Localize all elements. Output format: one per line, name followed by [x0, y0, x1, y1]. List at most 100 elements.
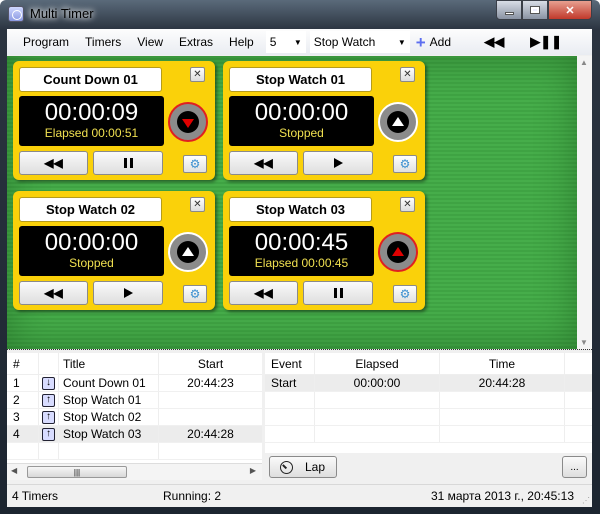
rewind-icon: ◀◀ — [484, 34, 505, 49]
timer-type-select[interactable]: Stop Watch ▼ — [309, 31, 410, 53]
reset-button[interactable]: ◀◀ — [19, 151, 88, 175]
event-list-header: Event Elapsed Time — [265, 353, 592, 375]
timer-card: Count Down 01 ✕ 00:00:09 Elapsed 00:00:5… — [13, 61, 215, 180]
empty-row — [7, 443, 262, 460]
scroll-down-icon[interactable]: ▼ — [580, 338, 588, 347]
pause-icon — [123, 158, 133, 168]
play-pause-all-button[interactable]: ▶❚❚ — [530, 34, 562, 50]
stopwatch-icon — [280, 460, 293, 474]
reset-button[interactable]: ◀◀ — [19, 281, 88, 305]
empty-row — [265, 426, 592, 443]
rewind-icon: ◀◀ — [254, 156, 273, 170]
row-number: 4 — [7, 426, 39, 442]
timer-card: Stop Watch 02 ✕ 00:00:00 Stopped ◀◀ ⚙ — [13, 191, 215, 310]
col-start[interactable]: Start — [159, 353, 262, 374]
row-title: Count Down 01 — [59, 375, 159, 391]
col-event[interactable]: Event — [265, 353, 315, 374]
reset-all-button[interactable]: ◀◀ — [484, 34, 504, 50]
event-elapsed: 00:00:00 — [315, 375, 440, 391]
timers-scrollbar[interactable]: ▲ ▼ — [577, 56, 592, 349]
remove-timer-button[interactable]: ✕ — [190, 197, 205, 212]
row-title: Stop Watch 01 — [59, 392, 159, 408]
timer-count-select[interactable]: 5 ▼ — [265, 31, 306, 53]
datetime-status: 31 марта 2013 г., 20:45:13 — [430, 489, 574, 503]
timer-display: 00:00:00 Stopped — [19, 226, 164, 276]
close-window-button[interactable]: ✕ — [548, 0, 592, 20]
timer-title[interactable]: Count Down 01 — [19, 67, 162, 92]
timer-display: 00:00:00 Stopped — [229, 96, 374, 146]
col-title[interactable]: Title — [59, 353, 159, 374]
timer-title[interactable]: Stop Watch 03 — [229, 197, 372, 222]
remove-timer-button[interactable]: ✕ — [400, 197, 415, 212]
timer-title[interactable]: Stop Watch 02 — [19, 197, 162, 222]
remove-timer-button[interactable]: ✕ — [190, 67, 205, 82]
window-title: Multi Timer — [30, 6, 94, 21]
rewind-icon: ◀◀ — [44, 286, 63, 300]
table-row[interactable]: 1 ↓ Count Down 01 20:44:23 — [7, 375, 262, 392]
count-up-icon — [392, 246, 404, 256]
timer-status: Stopped — [69, 256, 114, 270]
pause-button[interactable] — [93, 151, 163, 175]
settings-button[interactable]: ⚙ — [183, 285, 207, 303]
close-icon: ✕ — [403, 69, 412, 80]
timer-display: 00:00:09 Elapsed 00:00:51 — [19, 96, 164, 146]
timer-list-hscrollbar[interactable]: ◀ ||| ▶ — [7, 463, 262, 480]
menu-view[interactable]: View — [129, 35, 171, 49]
settings-button[interactable]: ⚙ — [183, 155, 207, 173]
play-icon — [333, 158, 343, 168]
play-button[interactable] — [303, 151, 373, 175]
row-start — [159, 392, 262, 408]
direction-toggle[interactable] — [378, 102, 418, 142]
scroll-left-icon[interactable]: ◀ — [11, 466, 17, 475]
direction-toggle[interactable] — [168, 232, 208, 272]
play-icon — [123, 288, 133, 298]
timers-area: Count Down 01 ✕ 00:00:09 Elapsed 00:00:5… — [7, 56, 577, 349]
timer-list: # Title Start 1 ↓ Count Down 01 20:44:23… — [7, 353, 262, 463]
minimize-button[interactable] — [496, 0, 522, 20]
col-time[interactable]: Time — [440, 353, 565, 374]
remove-timer-button[interactable]: ✕ — [400, 67, 415, 82]
timer-time: 00:00:00 — [254, 99, 349, 126]
empty-row — [265, 409, 592, 426]
col-direction[interactable] — [39, 353, 59, 374]
row-number: 2 — [7, 392, 39, 408]
splitter[interactable] — [7, 349, 592, 352]
menu-timers[interactable]: Timers — [77, 35, 129, 49]
play-button[interactable] — [93, 281, 163, 305]
reset-button[interactable]: ◀◀ — [229, 151, 298, 175]
col-number[interactable]: # — [7, 353, 39, 374]
timer-title[interactable]: Stop Watch 01 — [229, 67, 372, 92]
rewind-icon: ◀◀ — [44, 156, 63, 170]
scroll-up-icon[interactable]: ▲ — [580, 58, 588, 67]
timer-time: 00:00:45 — [254, 229, 349, 256]
menu-extras[interactable]: Extras — [171, 35, 221, 49]
add-timer-button[interactable]: + Add — [416, 34, 451, 51]
arrow-up-icon: ↑ — [42, 427, 55, 441]
table-row[interactable]: 2 ↑ Stop Watch 01 — [7, 392, 262, 409]
col-elapsed[interactable]: Elapsed — [315, 353, 440, 374]
lap-button[interactable]: Lap — [269, 456, 337, 478]
menu-help[interactable]: Help — [221, 35, 262, 49]
resize-grip-icon[interactable]: ⋰ — [582, 496, 590, 505]
scroll-right-icon[interactable]: ▶ — [250, 466, 256, 475]
table-row[interactable]: Start 00:00:00 20:44:28 — [265, 375, 592, 392]
direction-toggle[interactable] — [168, 102, 208, 142]
menu-program[interactable]: Program — [7, 35, 77, 49]
chevron-down-icon: ▼ — [397, 37, 406, 47]
pause-button[interactable] — [303, 281, 373, 305]
scroll-thumb[interactable]: ||| — [27, 466, 127, 478]
table-row[interactable]: 4 ↑ Stop Watch 03 20:44:28 — [7, 426, 262, 443]
more-button[interactable]: ... — [562, 456, 587, 478]
timer-display: 00:00:45 Elapsed 00:00:45 — [229, 226, 374, 276]
maximize-button[interactable] — [522, 0, 548, 20]
table-row[interactable]: 3 ↑ Stop Watch 02 — [7, 409, 262, 426]
direction-toggle[interactable] — [378, 232, 418, 272]
event-time: 20:44:28 — [440, 375, 565, 391]
settings-button[interactable]: ⚙ — [393, 155, 417, 173]
maximize-icon — [530, 6, 540, 14]
timer-status: Elapsed 00:00:45 — [254, 256, 349, 270]
lap-label: Lap — [305, 460, 326, 474]
title-bar[interactable]: Multi Timer ✕ — [0, 0, 600, 28]
reset-button[interactable]: ◀◀ — [229, 281, 298, 305]
settings-button[interactable]: ⚙ — [393, 285, 417, 303]
